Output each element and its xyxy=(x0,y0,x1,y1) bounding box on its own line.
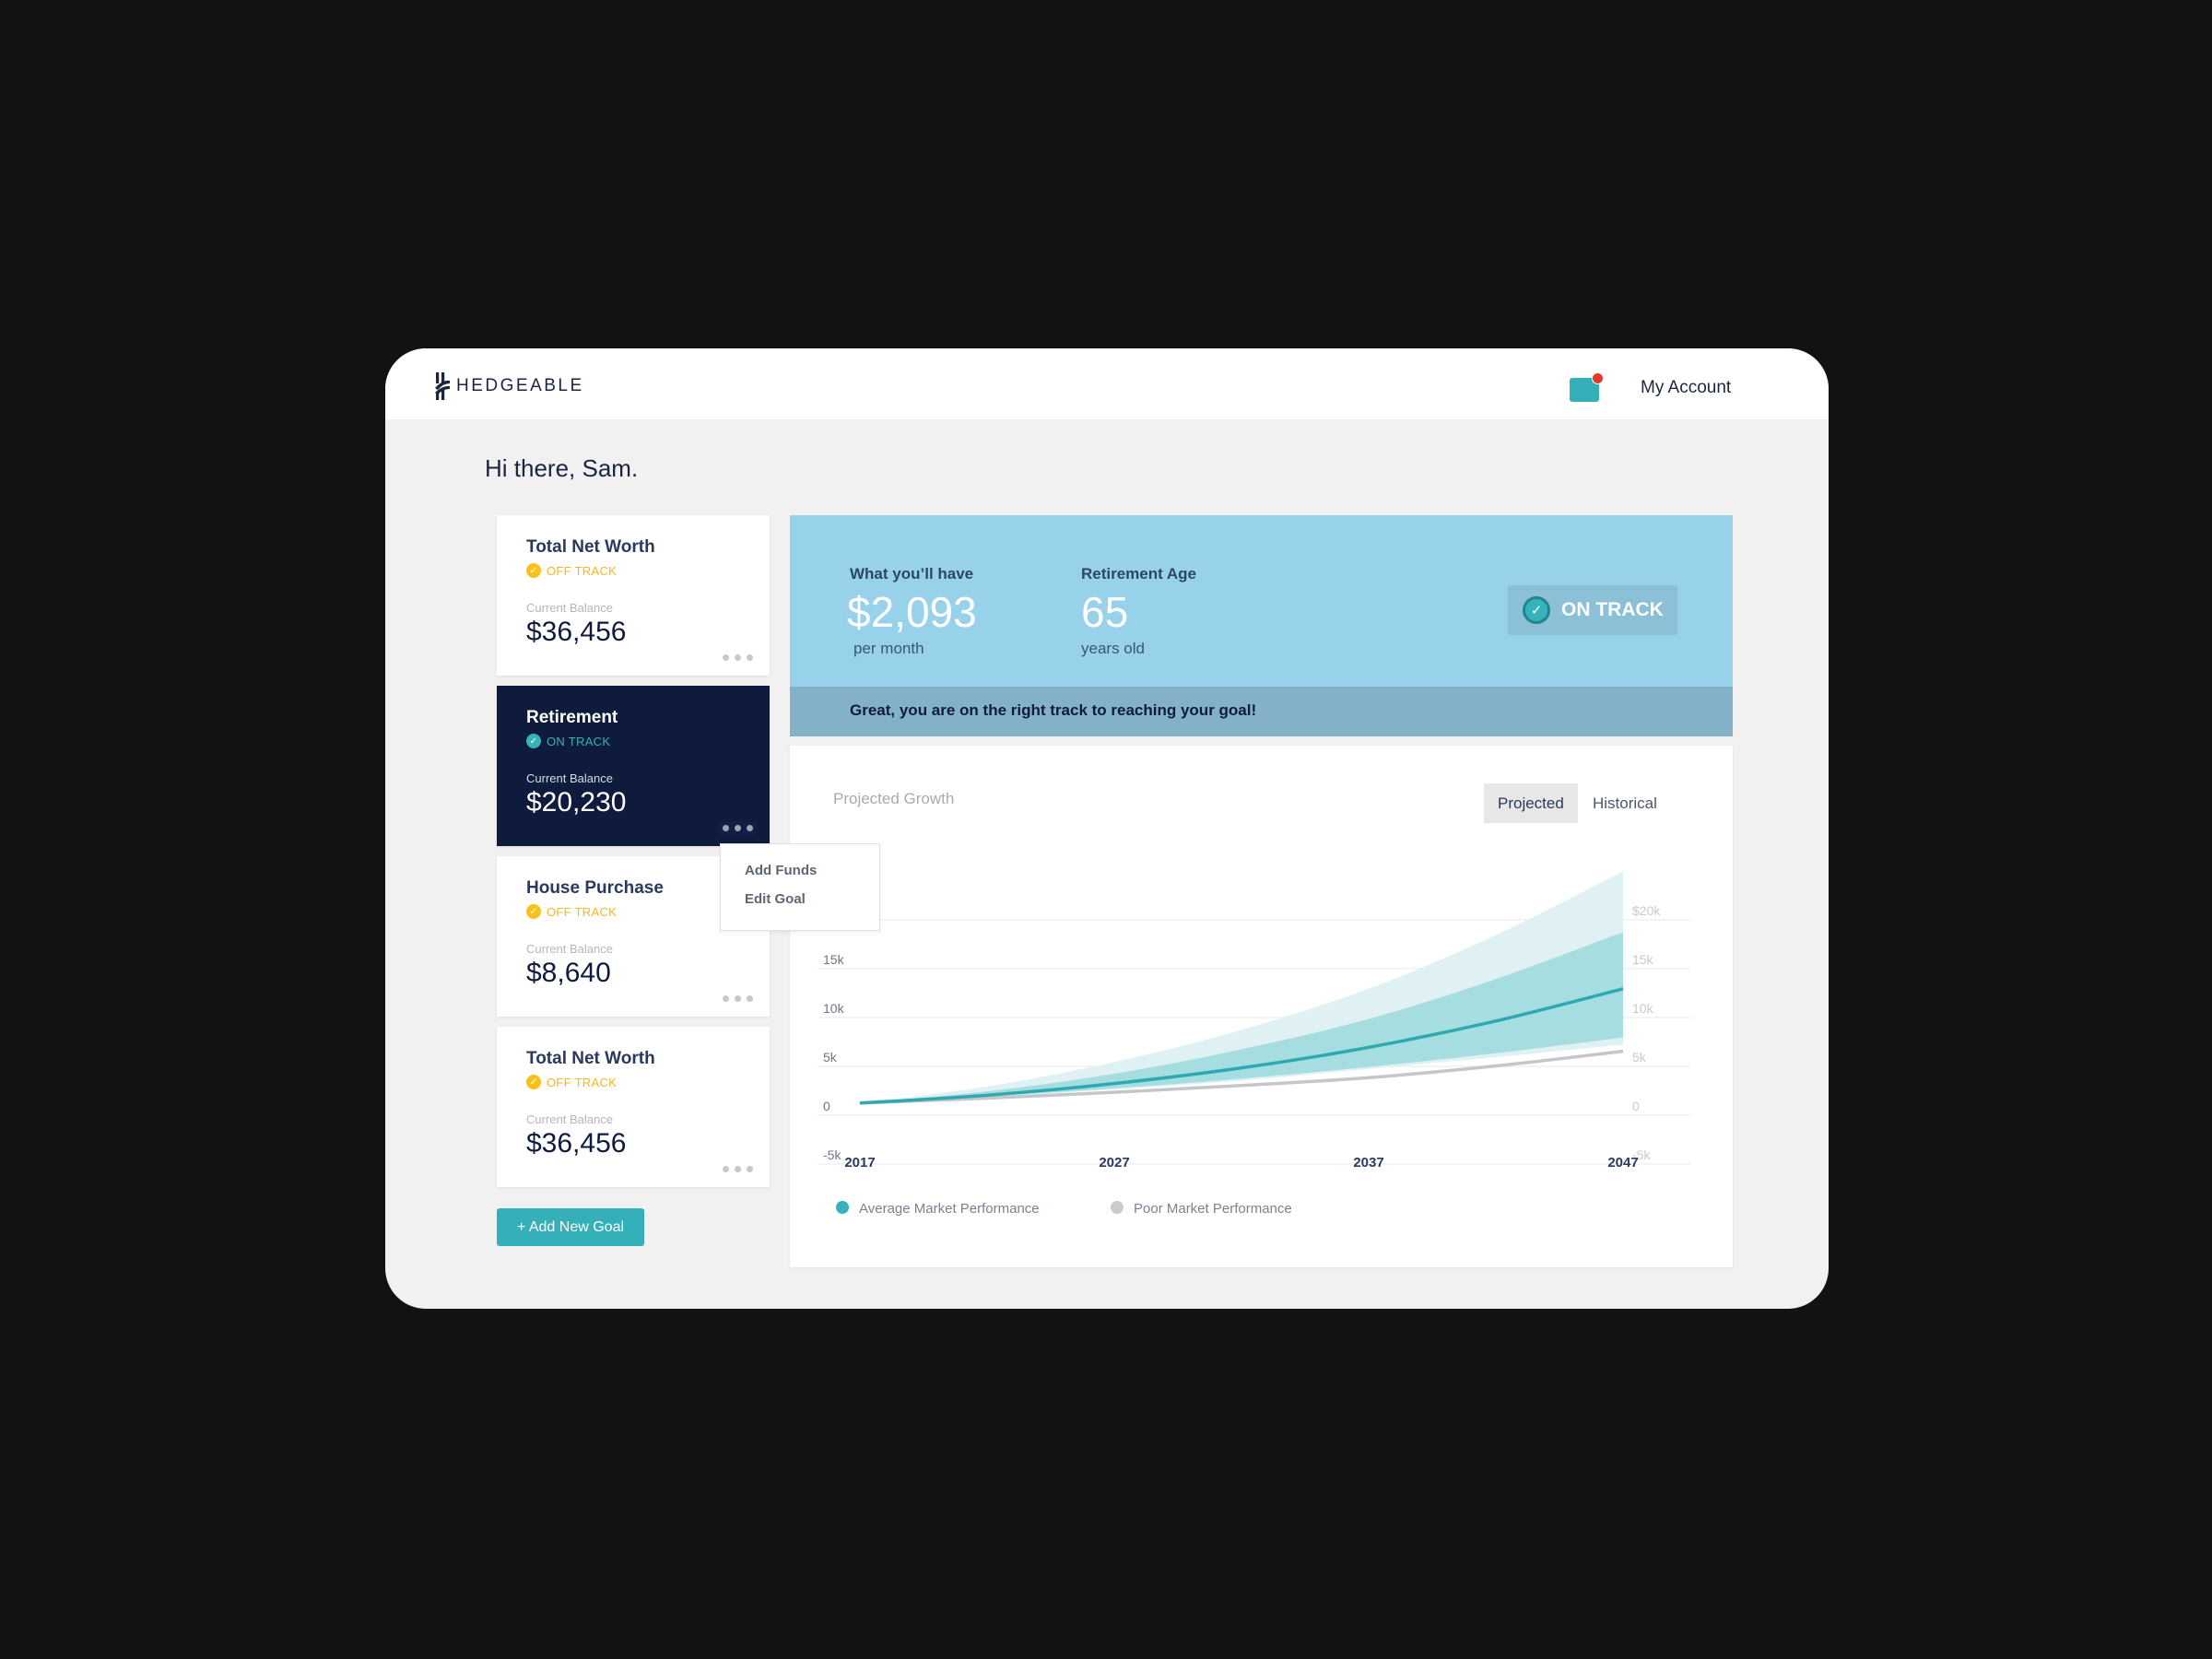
x-tick-label: 2047 xyxy=(1607,1155,1638,1171)
check-circle-icon: ✓ xyxy=(526,563,541,578)
goal-card[interactable]: Total Net Worth ✓ OFF TRACK Current Balan… xyxy=(497,515,770,676)
more-options-icon[interactable] xyxy=(719,651,757,665)
banner-message: Great, you are on the right track to rea… xyxy=(850,701,1257,719)
legend-label: Average Market Performance xyxy=(859,1201,1040,1217)
menu-item-add-funds[interactable]: Add Funds xyxy=(745,863,817,878)
app-window: HEDGEABLE My Account Hi there, Sam. Tota… xyxy=(385,348,1829,1309)
hedgeable-logo-icon xyxy=(435,372,450,400)
on-track-badge: ✓ ON TRACK xyxy=(1508,585,1677,635)
balance-label: Current Balance xyxy=(526,771,613,785)
add-new-goal-button[interactable]: + Add New Goal xyxy=(497,1208,644,1246)
goal-title: Total Net Worth xyxy=(526,1049,655,1068)
on-track-label: ON TRACK xyxy=(1561,599,1664,620)
status-label: OFF TRACK xyxy=(547,1075,618,1089)
check-circle-icon: ✓ xyxy=(526,734,541,748)
more-options-icon[interactable] xyxy=(719,821,757,835)
balance-value: $36,456 xyxy=(526,617,627,647)
y-tick-label-right: 10k xyxy=(1632,1001,1654,1016)
y-tick-label-right: $20k xyxy=(1632,903,1661,918)
monthly-amount: $2,093 xyxy=(847,588,977,636)
what-youll-have-label: What you’ll have xyxy=(850,565,974,582)
notification-badge xyxy=(1592,372,1604,384)
years-old-label: years old xyxy=(1081,640,1145,657)
goal-card-selected[interactable]: Retirement ✓ ON TRACK Current Balance $20… xyxy=(497,686,770,846)
goal-context-menu: Add Funds Edit Goal xyxy=(720,843,880,931)
y-tick-label-left: -5k xyxy=(823,1147,841,1162)
status-badge: ✓ OFF TRACK xyxy=(526,904,617,919)
balance-label: Current Balance xyxy=(526,942,613,956)
status-badge: ✓ OFF TRACK xyxy=(526,1075,617,1089)
mail-icon[interactable] xyxy=(1570,372,1604,402)
legend-marker xyxy=(836,1201,849,1214)
retirement-age-label: Retirement Age xyxy=(1081,565,1197,582)
status-label: OFF TRACK xyxy=(547,563,618,578)
legend-marker xyxy=(1111,1201,1124,1214)
y-tick-label-left: 10k xyxy=(823,1001,845,1016)
per-month-label: per month xyxy=(853,640,924,657)
goal-title: Total Net Worth xyxy=(526,537,655,557)
balance-value: $20,230 xyxy=(526,787,627,818)
check-circle-icon: ✓ xyxy=(526,904,541,919)
status-badge: ✓ ON TRACK xyxy=(526,734,610,748)
status-label: OFF TRACK xyxy=(547,904,618,919)
y-tick-label-left: 5k xyxy=(823,1050,838,1065)
x-tick-label: 2037 xyxy=(1353,1155,1383,1171)
top-bar: HEDGEABLE My Account xyxy=(385,348,1829,419)
retirement-summary: What you’ll have $2,093 per month Retire… xyxy=(790,515,1733,687)
balance-label: Current Balance xyxy=(526,1112,613,1126)
legend-label: Poor Market Performance xyxy=(1134,1201,1292,1217)
menu-item-edit-goal[interactable]: Edit Goal xyxy=(745,891,806,907)
brand-name: HEDGEABLE xyxy=(456,376,584,395)
projected-growth-chart: -5k05k10k15k-5k05k10k15k$20k2017 2027 2037… xyxy=(818,871,1690,1217)
x-tick-label: 2027 xyxy=(1099,1155,1129,1171)
my-account-link[interactable]: My Account xyxy=(1641,378,1731,398)
y-tick-label-left: 0 xyxy=(823,1099,830,1113)
brand-logo[interactable]: HEDGEABLE xyxy=(434,372,584,400)
goal-title: Retirement xyxy=(526,708,618,727)
retirement-age-value: 65 xyxy=(1081,588,1129,636)
x-tick-label: 2017 xyxy=(844,1155,875,1171)
status-banner: Great, you are on the right track to rea… xyxy=(790,687,1733,736)
greeting: Hi there, Sam. xyxy=(485,454,639,482)
check-circle-icon: ✓ xyxy=(526,1075,541,1089)
projected-growth-card: Projected Growth Projected Historical -5… xyxy=(790,746,1733,1267)
check-circle-icon: ✓ xyxy=(1523,596,1550,624)
more-options-icon[interactable] xyxy=(719,1162,757,1176)
y-tick-label-right: 0 xyxy=(1632,1099,1640,1113)
y-tick-label-left: 15k xyxy=(823,952,845,967)
more-options-icon[interactable] xyxy=(719,992,757,1006)
status-label: ON TRACK xyxy=(547,734,611,748)
y-tick-label-right: 5k xyxy=(1632,1050,1647,1065)
balance-label: Current Balance xyxy=(526,601,613,615)
y-tick-label-right: 15k xyxy=(1632,952,1654,967)
goal-title: House Purchase xyxy=(526,878,664,898)
balance-value: $36,456 xyxy=(526,1128,627,1159)
balance-value: $8,640 xyxy=(526,958,611,988)
status-badge: ✓ OFF TRACK xyxy=(526,563,617,578)
goal-card[interactable]: Total Net Worth ✓ OFF TRACK Current Balan… xyxy=(497,1027,770,1187)
